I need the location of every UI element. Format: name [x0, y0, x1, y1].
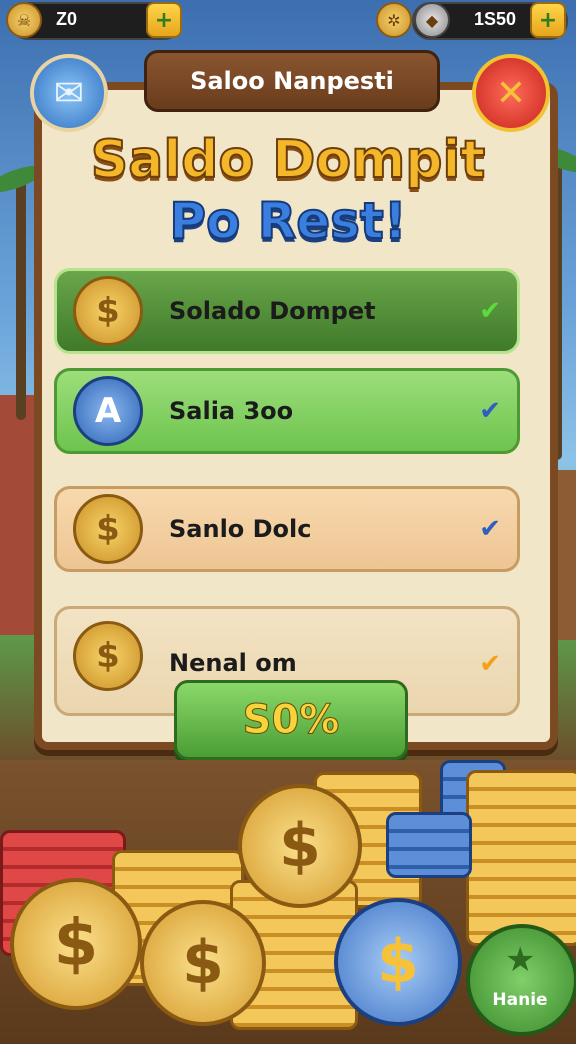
star-icon: ★	[505, 940, 536, 980]
gold-coin-icon: $	[73, 621, 143, 691]
gold-coin-icon: $	[238, 784, 362, 908]
add-currency-right-button[interactable]: +	[530, 2, 566, 38]
wallet-option-1[interactable]: $ Solado Dompet ✔	[54, 268, 520, 354]
percent-action-label: S0%	[242, 697, 340, 744]
check-icon: ✔	[479, 514, 501, 544]
gold-coin-icon: $	[73, 276, 143, 346]
close-icon: ✕	[495, 72, 527, 114]
wallet-option-2[interactable]: A Salia 3oo ✔	[54, 368, 520, 454]
currency-right-value: 1S50	[474, 9, 517, 29]
close-button[interactable]: ✕	[472, 54, 550, 132]
gold-coin-stack	[466, 770, 576, 946]
blue-coin-stack	[386, 812, 472, 878]
envelope-icon: ✉	[53, 72, 85, 114]
wallet-option-label: Solado Dompet	[169, 297, 376, 325]
gold-coin-icon: $	[73, 494, 143, 564]
dialog-title-plate: Saloo Nanpesti	[144, 50, 440, 112]
gear-coin-icon: ✲	[376, 2, 412, 38]
dialog-heading-line2: Po Rest!	[168, 191, 407, 251]
dialog-heading-line1: Saldo Dompit	[90, 129, 486, 191]
mail-button[interactable]: ✉	[30, 54, 108, 132]
currency-left-value: Z0	[56, 9, 78, 29]
gold-coin-icon: $	[10, 878, 142, 1010]
check-icon: ✔	[479, 296, 501, 326]
dialog-title: Saloo Nanpesti	[190, 67, 394, 95]
gold-coin-icon: $	[140, 900, 266, 1026]
percent-action-button[interactable]: S0%	[174, 680, 408, 760]
check-icon: ✔	[479, 649, 501, 679]
blue-coin-icon: A	[73, 376, 143, 446]
wallet-option-label: Nenal om	[169, 649, 297, 677]
hanie-label: Hanie	[492, 990, 548, 1010]
silver-coin-icon: ◆	[414, 2, 450, 38]
wallet-option-label: Sanlo Dolc	[169, 515, 312, 543]
check-icon: ✔	[479, 396, 501, 426]
blue-coin-icon: $	[334, 898, 462, 1026]
add-currency-left-button[interactable]: +	[146, 2, 182, 38]
wallet-option-3[interactable]: $ Sanlo Dolc ✔	[54, 486, 520, 572]
wallet-option-label: Salia 3oo	[169, 397, 294, 425]
coin-icon: ☠	[6, 2, 42, 38]
